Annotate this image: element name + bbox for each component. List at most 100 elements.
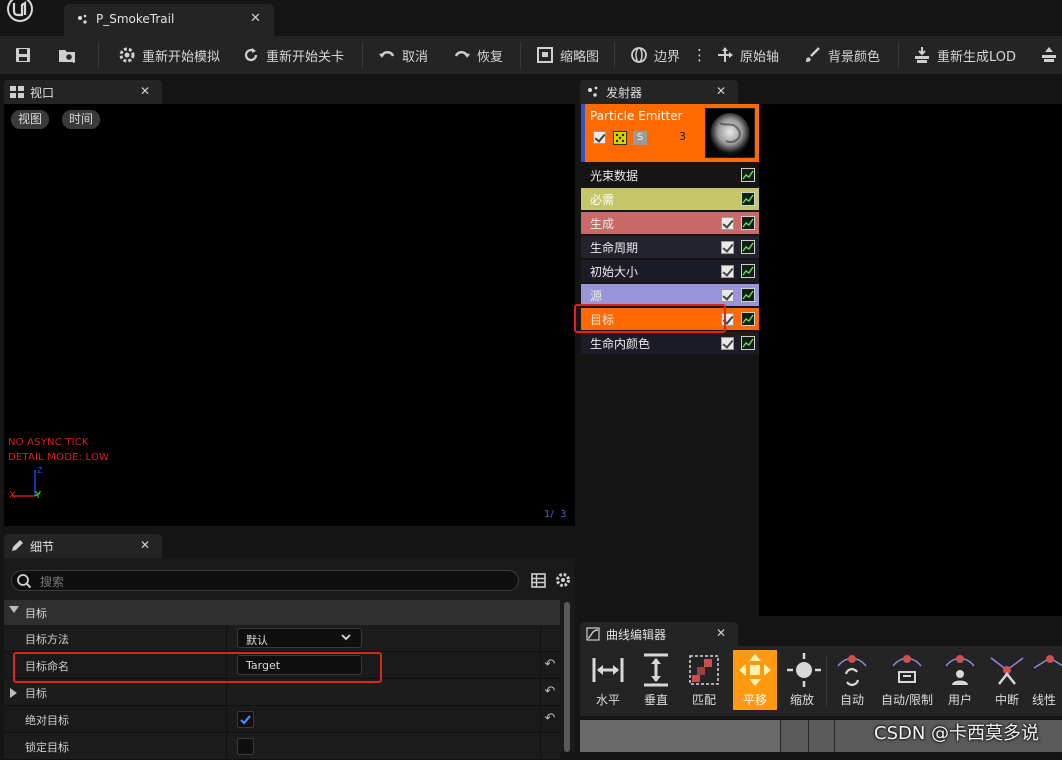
close-icon[interactable]: ✕	[140, 84, 150, 98]
curve-graph-icon[interactable]	[741, 240, 755, 254]
auto-tangent-button[interactable]: 自动	[829, 650, 875, 710]
target-method-dropdown[interactable]: 默认	[237, 628, 362, 648]
curve-graph-icon[interactable]	[741, 192, 755, 206]
emitters-tab-label: 发射器	[606, 86, 643, 100]
restart-level-button[interactable]: 重新开始关卡	[242, 36, 344, 74]
absolute-target-checkbox[interactable]	[237, 711, 254, 728]
reset-to-default-icon[interactable]: ↶	[541, 711, 559, 726]
emitter-enable-checkbox[interactable]	[593, 131, 606, 144]
search-input[interactable]: 搜索	[11, 570, 519, 591]
emitter-header[interactable]: Particle Emitter S 3	[581, 104, 759, 162]
linear-tangent-icon	[1033, 655, 1062, 669]
emitters-tab[interactable]: 发射器 ✕	[580, 80, 738, 104]
user-tangent-button[interactable]: 用户	[937, 650, 983, 710]
module-enable-checkbox[interactable]	[721, 289, 734, 302]
close-icon[interactable]: ✕	[716, 84, 726, 98]
break-tangent-icon	[990, 657, 1024, 685]
restart-sim-button[interactable]: 重新开始模拟	[118, 36, 220, 74]
zoom-button[interactable]: 缩放	[779, 650, 825, 710]
curve-graph-icon[interactable]	[741, 288, 755, 302]
thumbnail-label: 缩略图	[560, 49, 600, 65]
property-label: 目标	[25, 687, 47, 700]
view-button[interactable]: 视图	[11, 110, 50, 129]
module-enable-checkbox[interactable]	[721, 337, 734, 350]
module-label: 初始大小	[590, 265, 639, 279]
user-tangent-icon	[945, 655, 975, 685]
particle-icon	[76, 13, 90, 30]
module-spawn[interactable]: 生成	[581, 212, 759, 234]
reset-to-default-icon[interactable]: ↶	[541, 657, 559, 672]
category-header[interactable]: 目标	[4, 600, 560, 625]
save-icon	[16, 48, 30, 62]
render-mode-icon[interactable]	[613, 131, 627, 145]
save-button[interactable]	[14, 36, 32, 74]
module-beam-data[interactable]: 光束数据	[581, 164, 759, 186]
curve-graph-icon[interactable]	[741, 216, 755, 230]
fit-horizontal-button[interactable]: 水平	[585, 650, 631, 710]
module-color-over-life[interactable]: 生命内颜色	[581, 332, 759, 354]
module-label: 光束数据	[590, 169, 639, 183]
curve-graph-icon[interactable]	[741, 168, 755, 182]
unreal-logo-icon[interactable]	[4, 0, 48, 36]
background-color-button[interactable]: 背景颜色	[804, 36, 880, 74]
curve-icon	[586, 627, 600, 644]
lod-up-icon	[1042, 47, 1056, 62]
solo-toggle[interactable]: S	[633, 131, 647, 145]
background-color-label: 背景颜色	[828, 49, 881, 65]
curve-graph-icon[interactable]	[741, 336, 755, 350]
module-label: 生命周期	[590, 241, 639, 255]
title-bar: P_SmokeTrail ✕	[0, 0, 1062, 36]
property-row-lock-target: 锁定目标	[4, 733, 560, 760]
table-view-icon[interactable]	[531, 573, 546, 591]
module-enable-checkbox[interactable]	[721, 265, 734, 278]
close-icon[interactable]: ✕	[716, 626, 726, 640]
details-scrollbar[interactable]	[563, 600, 571, 752]
linear-tangent-button[interactable]: 线性	[1030, 650, 1062, 710]
property-row-target[interactable]: 目标 ↶	[4, 679, 560, 706]
curve-editor-tab[interactable]: 曲线编辑器 ✕	[580, 622, 738, 646]
time-button[interactable]: 时间	[62, 110, 101, 129]
module-source[interactable]: 源	[581, 284, 759, 306]
origin-axis-button[interactable]: 原始轴	[716, 36, 779, 74]
reset-to-default-icon[interactable]: ↶	[541, 684, 559, 699]
particle-count: 3	[679, 130, 686, 143]
module-enable-checkbox[interactable]	[721, 217, 734, 230]
break-tangent-button[interactable]: 中断	[984, 650, 1030, 710]
viewport-tab[interactable]: 视口 ✕	[4, 80, 162, 104]
pan-button[interactable]: 平移	[733, 650, 777, 710]
fit-vertical-button[interactable]: 垂直	[633, 650, 679, 710]
bounds-button[interactable]: 边界	[630, 36, 680, 74]
fit-button[interactable]: 匹配	[681, 650, 727, 710]
collapse-arrow-icon[interactable]	[10, 688, 17, 698]
more-options-icon[interactable]: ⋮	[692, 36, 707, 74]
undo-label: 取消	[402, 49, 429, 65]
scrollbar-thumb[interactable]	[564, 602, 570, 752]
emitter-empty-space[interactable]	[759, 104, 1062, 616]
lod-up-button[interactable]	[1040, 36, 1058, 74]
curve-graph-icon[interactable]	[741, 312, 755, 326]
thumbnail-button[interactable]: 缩略图	[536, 36, 599, 74]
module-initial-size[interactable]: 初始大小	[581, 260, 759, 282]
dropdown-value: 默认	[246, 634, 268, 647]
property-row-absolute-target: 绝对目标 ↶	[4, 706, 560, 733]
module-required[interactable]: 必需	[581, 188, 759, 210]
module-lifetime[interactable]: 生命周期	[581, 236, 759, 258]
document-tab[interactable]: P_SmokeTrail ✕	[64, 4, 274, 36]
category-label: 目标	[25, 607, 47, 620]
pan-icon	[739, 654, 771, 686]
close-icon[interactable]: ✕	[140, 538, 150, 552]
details-tab[interactable]: 细节 ✕	[4, 534, 162, 558]
redo-button[interactable]: 恢复	[453, 36, 503, 74]
fit-icon	[689, 655, 719, 685]
close-icon[interactable]: ✕	[250, 11, 261, 26]
undo-button[interactable]: 取消	[378, 36, 428, 74]
auto-tangent-icon	[837, 655, 867, 686]
lock-target-checkbox[interactable]	[237, 738, 254, 755]
curve-graph-icon[interactable]	[741, 264, 755, 278]
axis-y-label: Y	[35, 490, 42, 501]
browse-button[interactable]	[58, 36, 76, 74]
module-enable-checkbox[interactable]	[721, 241, 734, 254]
auto-clamped-button[interactable]: 自动/限制	[880, 650, 934, 710]
regen-lod-button[interactable]: 重新生成LOD	[913, 36, 1016, 74]
settings-gear-icon[interactable]	[555, 572, 571, 591]
